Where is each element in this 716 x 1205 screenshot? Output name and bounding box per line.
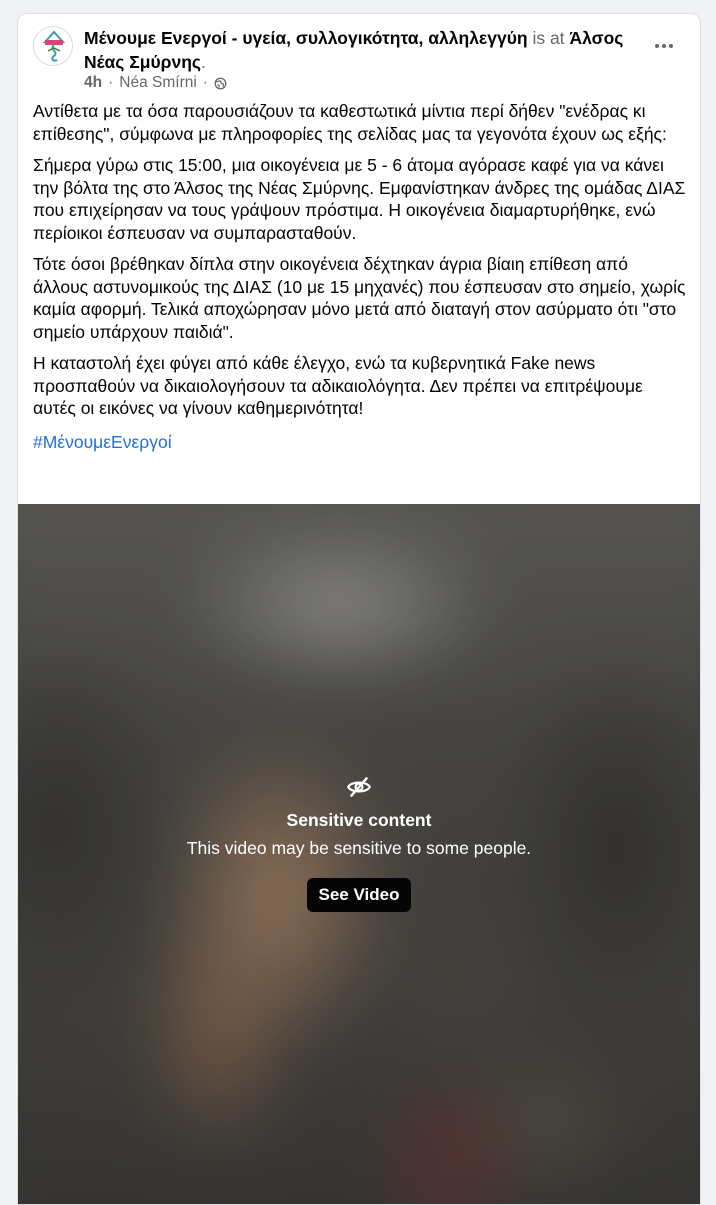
post-paragraph: Αντίθετα με τα όσα παρουσιάζουν τα καθεσ… [33, 101, 667, 144]
eye-slash-icon [346, 777, 372, 797]
is-at-text: is at [532, 28, 565, 48]
post-timestamp[interactable]: 4h [84, 74, 102, 92]
post-location[interactable]: Néa Smírni [119, 74, 197, 92]
post-text: Αντίθετα με τα όσα παρουσιάζουν τα καθεσ… [18, 100, 700, 453]
page-name-link[interactable]: Μένουμε Ενεργοί - υγεία, συλλογικότητα, … [84, 28, 528, 48]
meta-separator: · [108, 74, 114, 91]
post-paragraph: Η καταστολή έχει φύγει από κάθε έλεγχο, … [33, 353, 643, 418]
more-options-icon[interactable] [650, 36, 678, 56]
post-meta: 4h · Néa Smírni · [84, 74, 227, 92]
sensitive-description: This video may be sensitive to some peop… [186, 838, 532, 858]
hashtag-link[interactable]: #ΜένουμεΕνεργοί [33, 431, 172, 454]
video-media[interactable]: Sensitive content This video may be sens… [18, 504, 700, 1204]
sensitive-content-overlay: Sensitive content This video may be sens… [18, 774, 700, 912]
globe-icon[interactable] [214, 77, 227, 90]
post-paragraph: Σήμερα γύρω στις 15:00, μια οικογένεια μ… [33, 155, 686, 243]
post-header: Μένουμε Ενεργοί - υγεία, συλλογικότητα, … [18, 14, 700, 100]
page-logo-icon [34, 27, 72, 65]
see-video-button[interactable]: See Video [306, 878, 412, 912]
meta-separator-2: · [202, 74, 208, 91]
post-title-line: Μένουμε Ενεργοί - υγεία, συλλογικότητα, … [84, 26, 640, 74]
post-paragraph: Τότε όσοι βρέθηκαν δίπλα στην οικογένεια… [33, 254, 686, 342]
post-card: Μένουμε Ενεργοί - υγεία, συλλογικότητα, … [17, 13, 701, 1205]
sensitive-title: Sensitive content [286, 810, 432, 830]
place-suffix: . [201, 52, 206, 72]
page-avatar[interactable] [33, 26, 73, 66]
